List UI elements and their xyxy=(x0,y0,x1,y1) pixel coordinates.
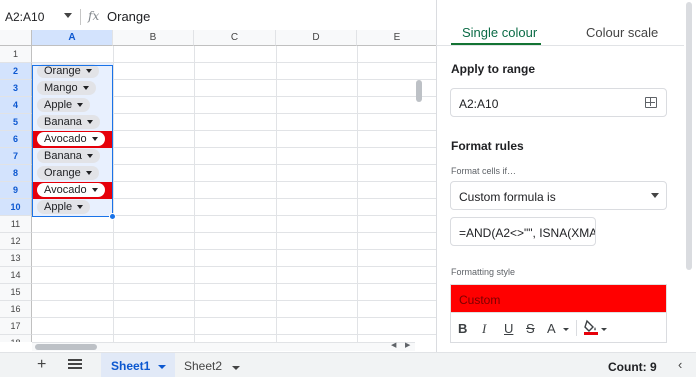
name-box-dropdown-icon[interactable] xyxy=(64,13,72,18)
row-header-6[interactable]: 6 xyxy=(0,131,32,148)
column-header-e[interactable]: E xyxy=(357,30,436,46)
row-gridline xyxy=(32,334,436,335)
bold-button[interactable]: B xyxy=(458,321,467,336)
toolbar-divider xyxy=(576,320,577,336)
text-color-button[interactable]: A xyxy=(547,321,556,336)
column-gridline xyxy=(194,46,195,342)
row-header-4[interactable]: 4 xyxy=(0,97,32,114)
fill-handle[interactable] xyxy=(109,213,116,220)
row-gridline xyxy=(32,249,436,250)
row-header-13[interactable]: 13 xyxy=(0,250,32,267)
chevron-down-icon[interactable] xyxy=(158,365,166,369)
row-gridline xyxy=(32,317,436,318)
row-gridline xyxy=(32,283,436,284)
column-gridline xyxy=(357,46,358,342)
format-rules-label: Format rules xyxy=(451,139,524,153)
formatting-style-label: Formatting style xyxy=(451,267,516,277)
column-gridline xyxy=(113,46,114,342)
strikethrough-button[interactable]: S xyxy=(526,321,535,336)
spreadsheet-grid[interactable]: A B C D E 1 2 Orange 3 Mango 4 Apple 5 Banana 6 Av… xyxy=(0,30,436,342)
collapse-panel-icon[interactable]: ‹ xyxy=(678,357,682,372)
formula-bar: A2:A10 fx Orange xyxy=(0,0,436,34)
row-header-11[interactable]: 11 xyxy=(0,216,32,233)
fill-color-icon[interactable] xyxy=(584,319,598,340)
tab-single-colour[interactable]: Single colour xyxy=(462,25,537,40)
underline-button[interactable]: U xyxy=(504,321,513,336)
row-gridline xyxy=(32,266,436,267)
apply-to-range-label: Apply to range xyxy=(451,62,536,76)
active-tab-indicator xyxy=(451,43,541,45)
range-value: A2:A10 xyxy=(459,97,499,111)
chevron-down-icon[interactable] xyxy=(563,328,569,331)
formula-input[interactable]: Orange xyxy=(107,9,150,24)
sheet-tab-bar: + Sheet1 Sheet2 Count: 9 ‹ xyxy=(0,352,696,377)
row-header-2[interactable]: 2 xyxy=(0,63,32,80)
row-header-8[interactable]: 8 xyxy=(0,165,32,182)
tab-colour-scale[interactable]: Colour scale xyxy=(586,25,658,40)
chevron-down-icon[interactable] xyxy=(601,328,607,331)
selection-count[interactable]: Count: 9 xyxy=(608,360,657,374)
italic-button[interactable]: I xyxy=(482,321,486,337)
app-window: A2:A10 fx Orange A B C D E 1 2 Orange 3 Mang… xyxy=(0,0,696,377)
row-header-17[interactable]: 17 xyxy=(0,318,32,335)
selection-outline xyxy=(32,65,113,217)
row-header-7[interactable]: 7 xyxy=(0,148,32,165)
scroll-right-icon[interactable]: ▶ xyxy=(405,341,410,349)
column-header-d[interactable]: D xyxy=(276,30,357,46)
fx-icon: fx xyxy=(88,9,100,23)
row-header-12[interactable]: 12 xyxy=(0,233,32,250)
sheet-tab-label: Sheet1 xyxy=(111,359,151,373)
column-header-b[interactable]: B xyxy=(113,30,194,46)
select-all-corner[interactable] xyxy=(0,30,32,46)
vertical-scrollbar[interactable] xyxy=(416,80,422,102)
tabs-divider xyxy=(436,45,686,46)
row-gridline xyxy=(32,232,436,233)
custom-formula-input[interactable]: =AND(A2<>"", ISNA(XMATCH(A2, Sheet2!A:A)… xyxy=(450,217,596,246)
row-gridline xyxy=(32,300,436,301)
formatting-style-toolbar: B I U S A xyxy=(450,313,667,343)
formatting-style-preview[interactable]: Custom xyxy=(450,284,667,313)
row-header-15[interactable]: 15 xyxy=(0,284,32,301)
column-header-c[interactable]: C xyxy=(194,30,276,46)
add-sheet-icon[interactable]: + xyxy=(37,356,46,374)
condition-dropdown[interactable]: Custom formula is xyxy=(450,181,667,210)
panel-scrollbar[interactable] xyxy=(686,2,692,270)
format-cells-if-label: Format cells if… xyxy=(451,166,517,176)
formula-value: =AND(A2<>"", ISNA(XMATCH(A2, Sheet2!A:A)… xyxy=(459,226,596,240)
preview-text: Custom xyxy=(459,293,501,307)
row-header-1[interactable]: 1 xyxy=(0,46,32,63)
sheet-tab-sheet2[interactable]: Sheet2 xyxy=(184,359,222,373)
row-header-14[interactable]: 14 xyxy=(0,267,32,284)
row-header-10[interactable]: 10 xyxy=(0,199,32,216)
row-header-16[interactable]: 16 xyxy=(0,301,32,318)
row-header-9[interactable]: 9 xyxy=(0,182,32,199)
condition-value: Custom formula is xyxy=(459,190,556,204)
name-box[interactable]: A2:A10 xyxy=(5,10,44,24)
formula-bar-divider xyxy=(80,9,81,25)
column-gridline xyxy=(276,46,277,342)
row-header-5[interactable]: 5 xyxy=(0,114,32,131)
grid-select-range-icon[interactable] xyxy=(645,97,657,108)
horizontal-scrollbar[interactable] xyxy=(35,344,97,350)
scroll-left-icon[interactable]: ◀ xyxy=(391,341,396,349)
chevron-down-icon[interactable] xyxy=(651,193,659,198)
row-header-3[interactable]: 3 xyxy=(0,80,32,97)
chevron-down-icon[interactable] xyxy=(232,366,240,370)
range-input[interactable]: A2:A10 xyxy=(450,88,667,117)
row-header-18[interactable]: 18 xyxy=(0,335,32,342)
column-header-a[interactable]: A xyxy=(32,30,113,46)
sheet-tab-sheet1[interactable]: Sheet1 xyxy=(101,353,175,377)
menu-icon[interactable] xyxy=(68,359,82,369)
